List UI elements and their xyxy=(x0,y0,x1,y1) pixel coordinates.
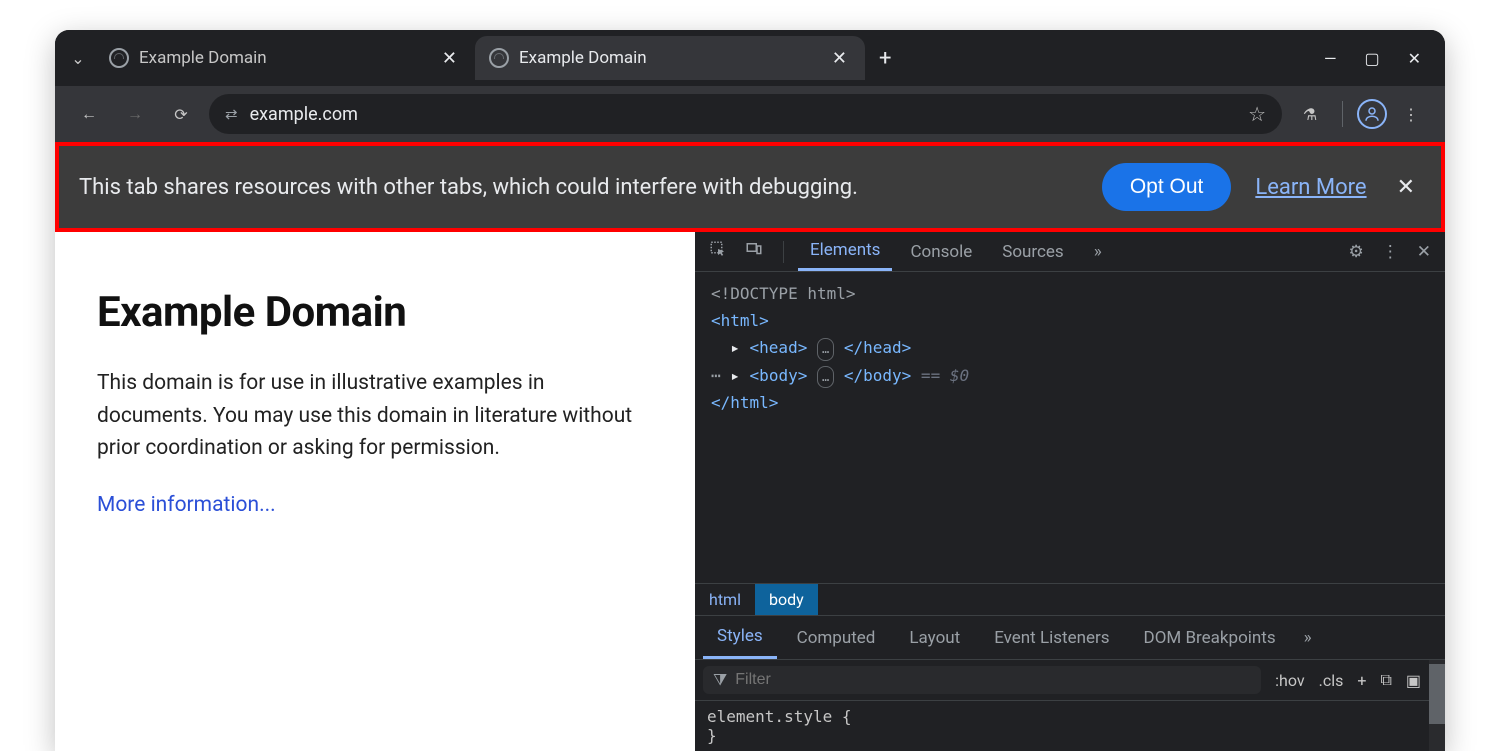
filter-field[interactable] xyxy=(735,671,1251,689)
dom-head[interactable]: <head> xyxy=(750,338,808,357)
dom-doctype: <!DOCTYPE html> xyxy=(711,284,856,303)
dom-html-close: </html> xyxy=(711,393,778,412)
inspect-element-icon[interactable] xyxy=(703,236,733,267)
infobar-message: This tab shares resources with other tab… xyxy=(79,175,1078,200)
minimize-button[interactable]: — xyxy=(1324,49,1337,68)
subtab-event-listeners[interactable]: Event Listeners xyxy=(980,618,1123,658)
globe-icon xyxy=(489,48,509,68)
subtab-layout[interactable]: Layout xyxy=(895,618,974,658)
user-icon xyxy=(1363,105,1381,123)
rendered-page: Example Domain This domain is for use in… xyxy=(55,232,695,751)
crumb-body[interactable]: body xyxy=(755,584,818,615)
settings-button[interactable]: ⚙ xyxy=(1343,238,1370,266)
dom-body[interactable]: <body> xyxy=(750,366,808,385)
arrow-left-icon: ← xyxy=(81,104,97,124)
url-text[interactable]: example.com xyxy=(250,104,1236,125)
devtools-toolbar: Elements Console Sources » ⚙ ⋮ ✕ xyxy=(695,232,1445,272)
device-toolbar-icon[interactable] xyxy=(739,236,769,267)
subtab-styles[interactable]: Styles xyxy=(703,616,777,659)
style-rule-line: element.style { xyxy=(707,707,1417,726)
tab-close-button[interactable]: ✕ xyxy=(828,44,851,73)
tab-strip: ⌄ Example Domain ✕ Example Domain ✕ + — … xyxy=(55,30,1445,86)
devtools-tab-sources[interactable]: Sources xyxy=(990,234,1075,270)
profile-button[interactable] xyxy=(1357,99,1387,129)
subtab-dom-breakpoints[interactable]: DOM Breakpoints xyxy=(1130,618,1290,658)
styles-body[interactable]: element.style { } xyxy=(695,701,1429,751)
cls-toggle[interactable]: .cls xyxy=(1319,671,1344,690)
menu-button[interactable]: ⋮ xyxy=(1393,96,1429,132)
devtools-tabs-overflow[interactable]: » xyxy=(1082,234,1114,270)
subtabs-overflow[interactable]: » xyxy=(1296,628,1320,648)
new-tab-button[interactable]: + xyxy=(865,46,905,71)
maximize-button[interactable]: ▢ xyxy=(1364,49,1379,68)
devtools-scrollbar[interactable] xyxy=(1429,660,1445,751)
selected-indicator: == $0 xyxy=(911,366,969,385)
filter-icon: ⧩ xyxy=(713,670,727,690)
ellipsis-icon[interactable]: … xyxy=(817,338,834,360)
ellipsis-icon[interactable]: … xyxy=(817,366,834,388)
address-bar[interactable]: ⇄ example.com ☆ xyxy=(209,94,1282,134)
divider xyxy=(1342,101,1343,127)
subtab-computed[interactable]: Computed xyxy=(783,618,890,658)
toggle-common-rendering-button[interactable]: ⧉ xyxy=(1380,670,1391,690)
debugging-infobar: This tab shares resources with other tab… xyxy=(59,146,1441,228)
bookmark-star-icon[interactable]: ☆ xyxy=(1248,102,1266,126)
learn-more-link[interactable]: Learn More xyxy=(1255,175,1366,200)
infobar-close-button[interactable]: ✕ xyxy=(1391,175,1421,200)
window-close-button[interactable]: ✕ xyxy=(1408,49,1421,68)
globe-icon xyxy=(109,48,129,68)
devtools-panel: Elements Console Sources » ⚙ ⋮ ✕ <!DOCTY… xyxy=(695,232,1445,751)
dom-tree[interactable]: <!DOCTYPE html> <html> ▸ <head> … </head… xyxy=(695,272,1445,583)
dom-html-open[interactable]: <html> xyxy=(711,311,769,330)
flask-icon: ⚗ xyxy=(1303,105,1317,124)
tab-title: Example Domain xyxy=(519,48,818,68)
back-button[interactable]: ← xyxy=(71,96,107,132)
window-controls: — ▢ ✕ xyxy=(1324,49,1445,68)
crumb-html[interactable]: html xyxy=(695,584,755,615)
tab-inactive[interactable]: Example Domain ✕ xyxy=(95,36,475,80)
tab-active[interactable]: Example Domain ✕ xyxy=(475,36,865,80)
style-rule-line: } xyxy=(707,726,1417,745)
experiments-button[interactable]: ⚗ xyxy=(1292,96,1328,132)
browser-window: ⌄ Example Domain ✕ Example Domain ✕ + — … xyxy=(55,30,1445,751)
styles-filter-row: ⧩ :hov .cls + ⧉ ▣ xyxy=(695,660,1429,701)
forward-button[interactable]: → xyxy=(117,96,153,132)
styles-tabbar: Styles Computed Layout Event Listeners D… xyxy=(695,615,1445,660)
devtools-menu-button[interactable]: ⋮ xyxy=(1376,238,1405,266)
devtools-tab-console[interactable]: Console xyxy=(898,234,984,270)
scroll-thumb[interactable] xyxy=(1429,664,1445,724)
kebab-icon: ⋮ xyxy=(1382,242,1399,262)
gear-icon: ⚙ xyxy=(1349,242,1364,262)
kebab-icon: ⋮ xyxy=(1403,105,1419,124)
tab-title: Example Domain xyxy=(139,48,428,68)
tab-close-button[interactable]: ✕ xyxy=(438,44,461,73)
reload-button[interactable]: ⟳ xyxy=(163,96,199,132)
close-icon: ✕ xyxy=(1417,242,1431,262)
arrow-right-icon: → xyxy=(127,104,143,124)
devtools-close-button[interactable]: ✕ xyxy=(1411,238,1437,266)
more-information-link[interactable]: More information... xyxy=(97,493,276,517)
content-area: Example Domain This domain is for use in… xyxy=(55,232,1445,751)
reload-icon: ⟳ xyxy=(174,105,187,124)
chevron-down-icon: ⌄ xyxy=(71,49,84,68)
opt-out-button[interactable]: Opt Out xyxy=(1102,163,1232,211)
page-paragraph: This domain is for use in illustrative e… xyxy=(97,367,653,465)
new-style-rule-button[interactable]: + xyxy=(1357,671,1366,690)
site-settings-icon[interactable]: ⇄ xyxy=(225,105,238,123)
tabs-dropdown-button[interactable]: ⌄ xyxy=(61,41,95,75)
styles-filter-input[interactable]: ⧩ xyxy=(703,666,1261,694)
infobar-highlight: This tab shares resources with other tab… xyxy=(55,142,1445,232)
computed-styles-sidebar-button[interactable]: ▣ xyxy=(1406,671,1421,690)
dom-breadcrumb: html body xyxy=(695,583,1445,615)
devtools-tab-elements[interactable]: Elements xyxy=(798,232,892,271)
toolbar: ← → ⟳ ⇄ example.com ☆ ⚗ ⋮ xyxy=(55,86,1445,142)
page-heading: Example Domain xyxy=(97,288,653,337)
hov-toggle[interactable]: :hov xyxy=(1275,671,1304,690)
